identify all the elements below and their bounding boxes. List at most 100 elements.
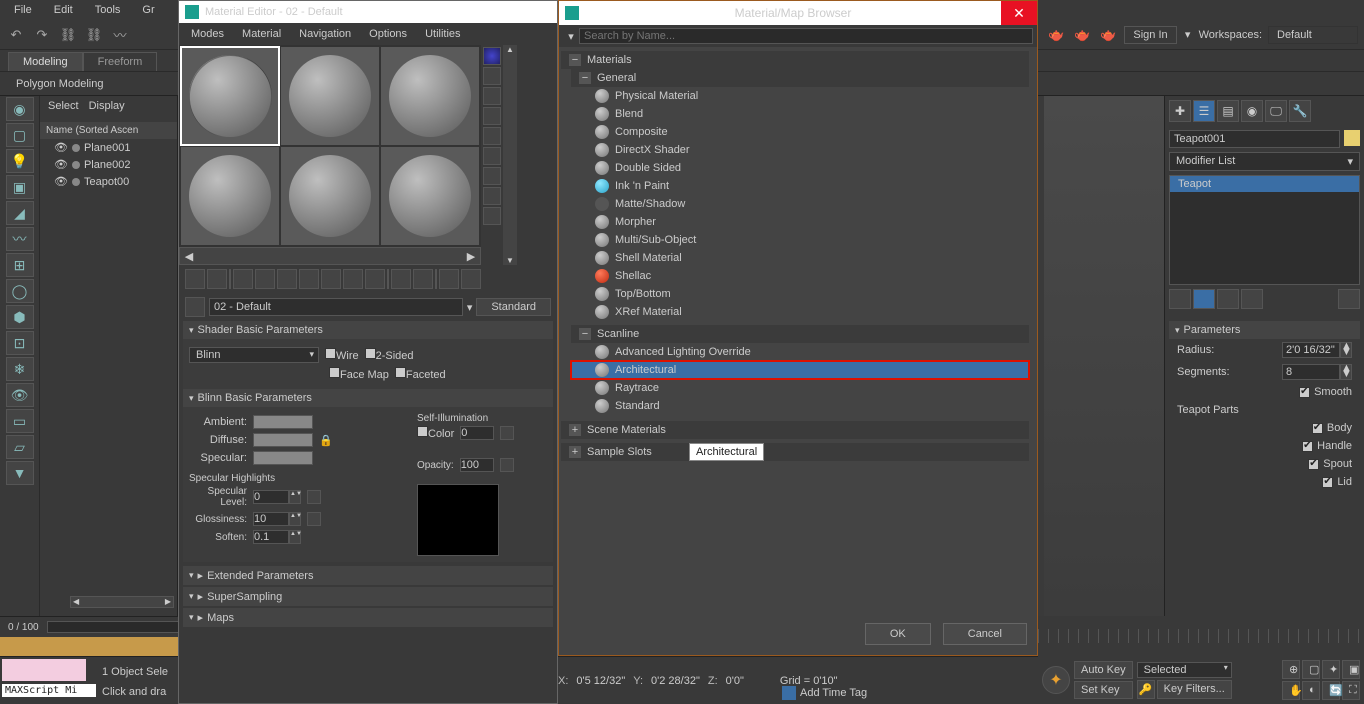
- reset-map-icon[interactable]: [255, 269, 275, 289]
- tool-icon[interactable]: ▭: [6, 409, 34, 433]
- map-slot[interactable]: [307, 512, 321, 526]
- set-key-large-icon[interactable]: ✦: [1042, 666, 1070, 694]
- list-item[interactable]: Standard: [571, 397, 1029, 415]
- timetag-icon[interactable]: [782, 686, 796, 700]
- nav-icon[interactable]: ✋: [1282, 681, 1300, 700]
- scanline-group-header[interactable]: Scanline: [571, 325, 1029, 343]
- parameters-header[interactable]: Parameters: [1169, 321, 1360, 339]
- shader-params-header[interactable]: Shader Basic Parameters: [183, 321, 553, 339]
- sample-slot[interactable]: [181, 47, 279, 145]
- spinner-arrows[interactable]: ▲▼: [1340, 364, 1352, 380]
- tool-icon[interactable]: ◢: [6, 201, 34, 225]
- shading-dropdown[interactable]: Blinn: [189, 347, 319, 363]
- material-type-button[interactable]: Standard: [476, 298, 551, 316]
- options-dropdown-icon[interactable]: ▾: [563, 30, 579, 43]
- selfillum-input[interactable]: [460, 426, 494, 440]
- put-to-lib-icon[interactable]: [343, 269, 363, 289]
- put-to-scene-icon[interactable]: [207, 269, 227, 289]
- show-in-vp-icon[interactable]: [391, 269, 411, 289]
- maps-header[interactable]: ▸ Maps: [183, 608, 553, 627]
- list-item[interactable]: 👁Plane002: [54, 156, 177, 173]
- spout-checkbox[interactable]: Spout: [1308, 458, 1352, 470]
- make-copy-icon[interactable]: [299, 269, 319, 289]
- smooth-checkbox[interactable]: Smooth: [1299, 386, 1352, 398]
- tool-icon[interactable]: ◉: [6, 97, 34, 121]
- display-tab-icon[interactable]: 🖵: [1265, 100, 1287, 122]
- soften-input[interactable]: [253, 530, 289, 544]
- blinn-params-header[interactable]: Blinn Basic Parameters: [183, 389, 553, 407]
- list-item[interactable]: Physical Material: [571, 87, 1029, 105]
- tool-icon[interactable]: ⊞: [6, 253, 34, 277]
- menu-utilities[interactable]: Utilities: [417, 26, 468, 42]
- spinner-arrows[interactable]: ▲▼: [289, 530, 301, 544]
- list-item-architectural[interactable]: Architectural: [571, 361, 1029, 379]
- key-mode-dropdown[interactable]: Selected: [1137, 662, 1232, 678]
- list-item[interactable]: Advanced Lighting Override: [571, 343, 1029, 361]
- nav-icon[interactable]: ⊕: [1282, 660, 1300, 679]
- autokey-button[interactable]: Auto Key: [1074, 661, 1133, 679]
- list-item[interactable]: Raytrace: [571, 379, 1029, 397]
- tool-icon[interactable]: ▣: [6, 175, 34, 199]
- tool-icon[interactable]: ▢: [6, 123, 34, 147]
- nav-icon[interactable]: ◐: [1302, 681, 1320, 700]
- remove-modifier-icon[interactable]: [1241, 289, 1263, 309]
- sample-type-icon[interactable]: [483, 47, 501, 65]
- list-item[interactable]: Composite: [571, 123, 1029, 141]
- configure-sets-icon[interactable]: [1338, 289, 1360, 309]
- polygon-modeling-label[interactable]: Polygon Modeling: [8, 76, 111, 92]
- map-slot[interactable]: [500, 458, 514, 472]
- tool-icon[interactable]: ⊡: [6, 331, 34, 355]
- map-slot[interactable]: [307, 490, 321, 504]
- material-name-input[interactable]: [209, 298, 463, 316]
- sample-slot[interactable]: [281, 47, 379, 145]
- tool-icon[interactable]: ◯: [6, 279, 34, 303]
- tool-icon[interactable]: ▱: [6, 435, 34, 459]
- create-tab-icon[interactable]: ✚: [1169, 100, 1191, 122]
- timeline-ruler[interactable]: [1038, 616, 1364, 656]
- two-sided-checkbox[interactable]: 2-Sided: [365, 348, 414, 362]
- background-icon[interactable]: [483, 87, 501, 105]
- teapot-icon[interactable]: 🫖: [1072, 25, 1092, 45]
- lid-checkbox[interactable]: Lid: [1322, 476, 1352, 488]
- list-item[interactable]: Blend: [571, 105, 1029, 123]
- menu-material[interactable]: Material: [234, 26, 289, 42]
- diffuse-swatch[interactable]: [253, 433, 313, 447]
- tab-freeform[interactable]: Freeform: [83, 52, 158, 71]
- options-icon[interactable]: [483, 167, 501, 185]
- ok-button[interactable]: OK: [865, 623, 931, 645]
- sample-slot[interactable]: [281, 147, 379, 245]
- make-preview-icon[interactable]: [483, 147, 501, 165]
- go-sibling-icon[interactable]: [461, 269, 481, 289]
- maxscript-mini-listener[interactable]: MAXScript Mi: [2, 684, 96, 697]
- tool-icon[interactable]: 👁: [6, 383, 34, 407]
- wire-checkbox[interactable]: Wire: [325, 348, 359, 362]
- video-color-icon[interactable]: [483, 127, 501, 145]
- object-name-input[interactable]: [1169, 130, 1340, 148]
- mat-map-nav-icon[interactable]: [483, 207, 501, 225]
- radius-input[interactable]: [1282, 342, 1340, 358]
- nav-icon[interactable]: 🔄: [1322, 681, 1340, 700]
- modifier-stack[interactable]: Teapot: [1169, 175, 1360, 285]
- list-item[interactable]: Morpher: [571, 213, 1029, 231]
- go-parent-icon[interactable]: [439, 269, 459, 289]
- bind-icon[interactable]: 〰: [110, 25, 130, 45]
- stack-item-selected[interactable]: Teapot: [1170, 176, 1359, 192]
- color-checkbox[interactable]: Color: [417, 426, 454, 440]
- sample-slots-header[interactable]: Sample Slots: [561, 443, 1029, 461]
- object-color-swatch[interactable]: [1344, 130, 1360, 146]
- cancel-button[interactable]: Cancel: [943, 623, 1027, 645]
- workspace-dropdown[interactable]: Default: [1268, 26, 1358, 44]
- opacity-input[interactable]: [460, 458, 494, 472]
- redo-icon[interactable]: ↷: [32, 25, 52, 45]
- menu-file[interactable]: File: [4, 2, 42, 18]
- list-item[interactable]: DirectX Shader: [571, 141, 1029, 159]
- handle-checkbox[interactable]: Handle: [1302, 440, 1352, 452]
- key-icon[interactable]: 🔑: [1137, 680, 1155, 699]
- matid-icon[interactable]: [365, 269, 385, 289]
- body-checkbox[interactable]: Body: [1312, 422, 1352, 434]
- faceted-checkbox[interactable]: Faceted: [395, 367, 446, 381]
- show-end-result-icon[interactable]: [413, 269, 433, 289]
- map-slot[interactable]: [500, 426, 514, 440]
- explorer-column-header[interactable]: Name (Sorted Ascen: [40, 122, 177, 139]
- x-value[interactable]: 0'5 12/32": [576, 675, 625, 687]
